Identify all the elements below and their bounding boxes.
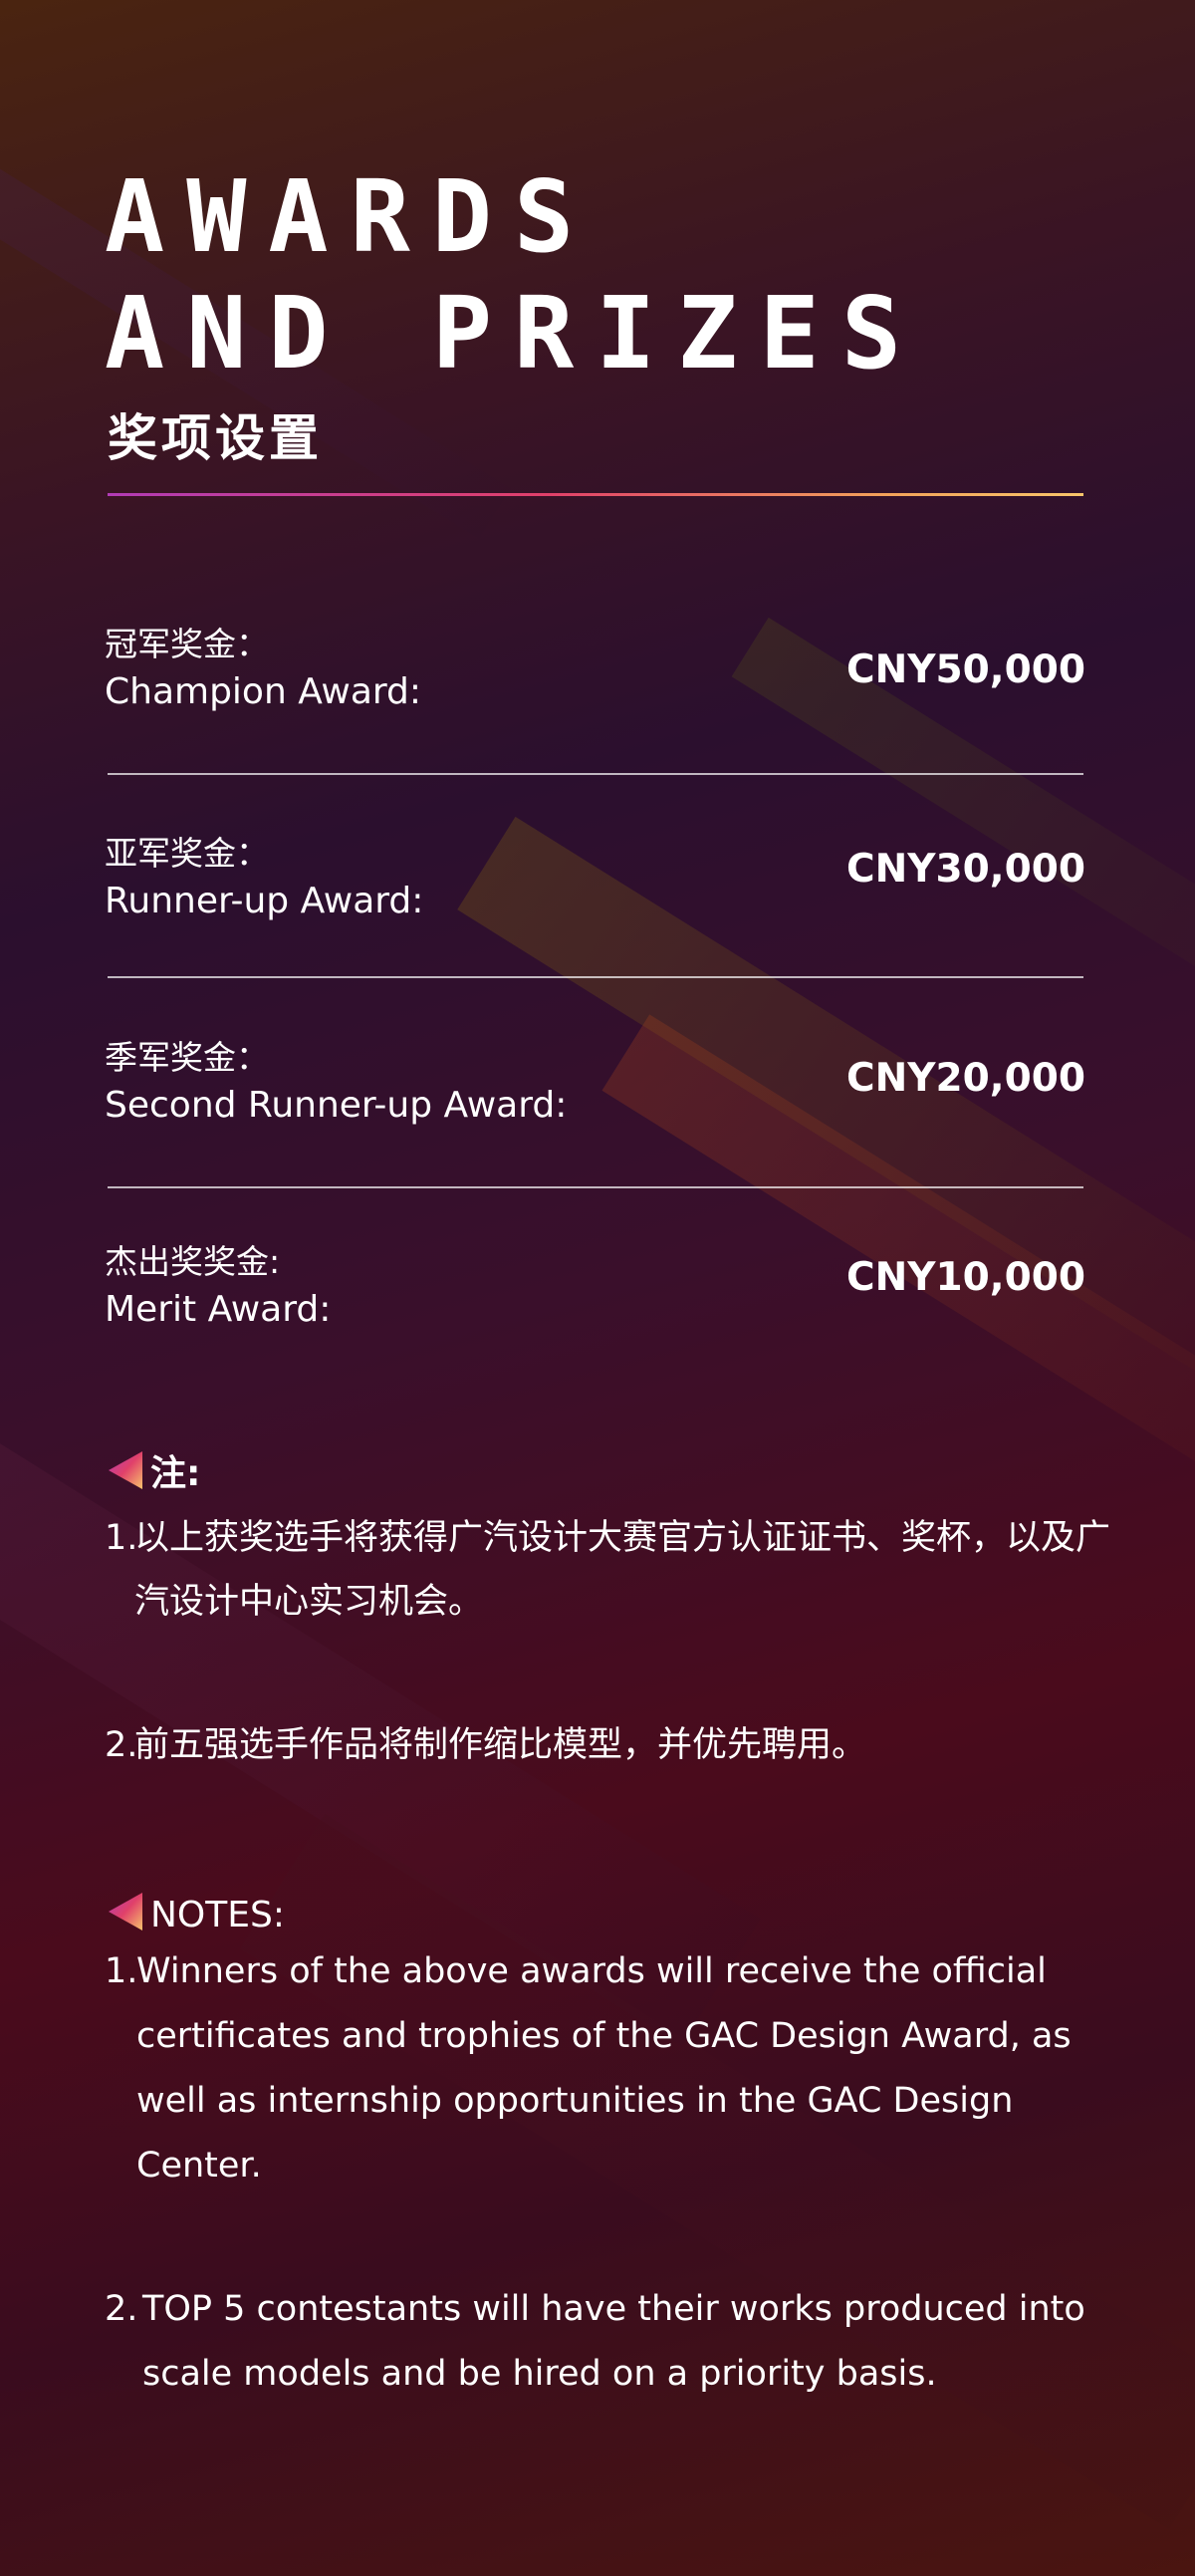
page-title-line-2: AND PRIZES [105,275,924,391]
award-label-cn: 亚军奖金： [105,834,269,873]
divider [108,976,1083,978]
divider [108,1186,1083,1188]
award-label-en: Second Runner-up Award: [105,1085,568,1126]
note-number: 1. [105,1951,138,1991]
award-champion: 冠军奖金： Champion Award: CNY50,000 [105,618,1085,737]
note-text: TOP 5 contestants will have their works … [142,2289,1085,2394]
award-amount: CNY10,000 [846,1255,1085,1300]
note-text: 前五强选手作品将制作缩比模型，并优先聘用。 [134,1725,867,1765]
notes-heading-en: NOTES: [105,1891,285,1935]
note-item: 2. TOP 5 contestants will have their wor… [105,2277,1140,2407]
note-text: Winners of the above awards will receive… [136,1951,1072,2186]
page-subtitle: 奖项设置 [108,409,323,467]
note-number: 2. [105,1725,138,1765]
notes-heading-label: NOTES: [150,1895,285,1935]
award-amount: CNY30,000 [846,847,1085,892]
note-item: 2. 前五强选手作品将制作缩比模型，并优先聘用。 [105,1713,1140,1777]
award-label-cn: 杰出奖奖金: [105,1242,281,1281]
note-item: 1. Winners of the above awards will rece… [105,1939,1140,2198]
note-number: 1. [105,1518,138,1558]
gradient-divider [108,493,1083,496]
award-merit: 杰出奖奖金: Merit Award: CNY10,000 [105,1235,1085,1355]
page-title-line-1: AWARDS [105,158,597,275]
gradient-triangle-icon [109,1893,142,1931]
award-label-cn: 冠军奖金： [105,625,269,663]
gradient-triangle-icon [109,1451,142,1489]
award-label-en: Runner-up Award: [105,881,424,921]
notes-heading-cn: 注: [105,1444,200,1496]
award-amount: CNY50,000 [846,647,1085,692]
award-label-en: Champion Award: [105,671,422,712]
note-number: 2. [105,2289,138,2329]
award-label-cn: 季军奖金： [105,1038,269,1077]
note-text: 以上获奖选手将获得广汽设计大赛官方认证证书、奖杯，以及广汽设计中心实习机会。 [134,1518,1111,1622]
divider [108,773,1083,775]
award-label-en: Merit Award: [105,1289,332,1330]
notes-heading-label: 注: [150,1453,201,1494]
award-second-runner-up: 季军奖金： Second Runner-up Award: CNY20,000 [105,1031,1085,1151]
award-amount: CNY20,000 [846,1056,1085,1101]
awards-poster: AWARDS AND PRIZES 奖项设置 冠军奖金： Champion Aw… [0,0,1195,2576]
award-runner-up: 亚军奖金： Runner-up Award: CNY30,000 [105,827,1085,946]
note-item: 1. 以上获奖选手将获得广汽设计大赛官方认证证书、奖杯，以及广汽设计中心实习机会… [105,1506,1140,1634]
